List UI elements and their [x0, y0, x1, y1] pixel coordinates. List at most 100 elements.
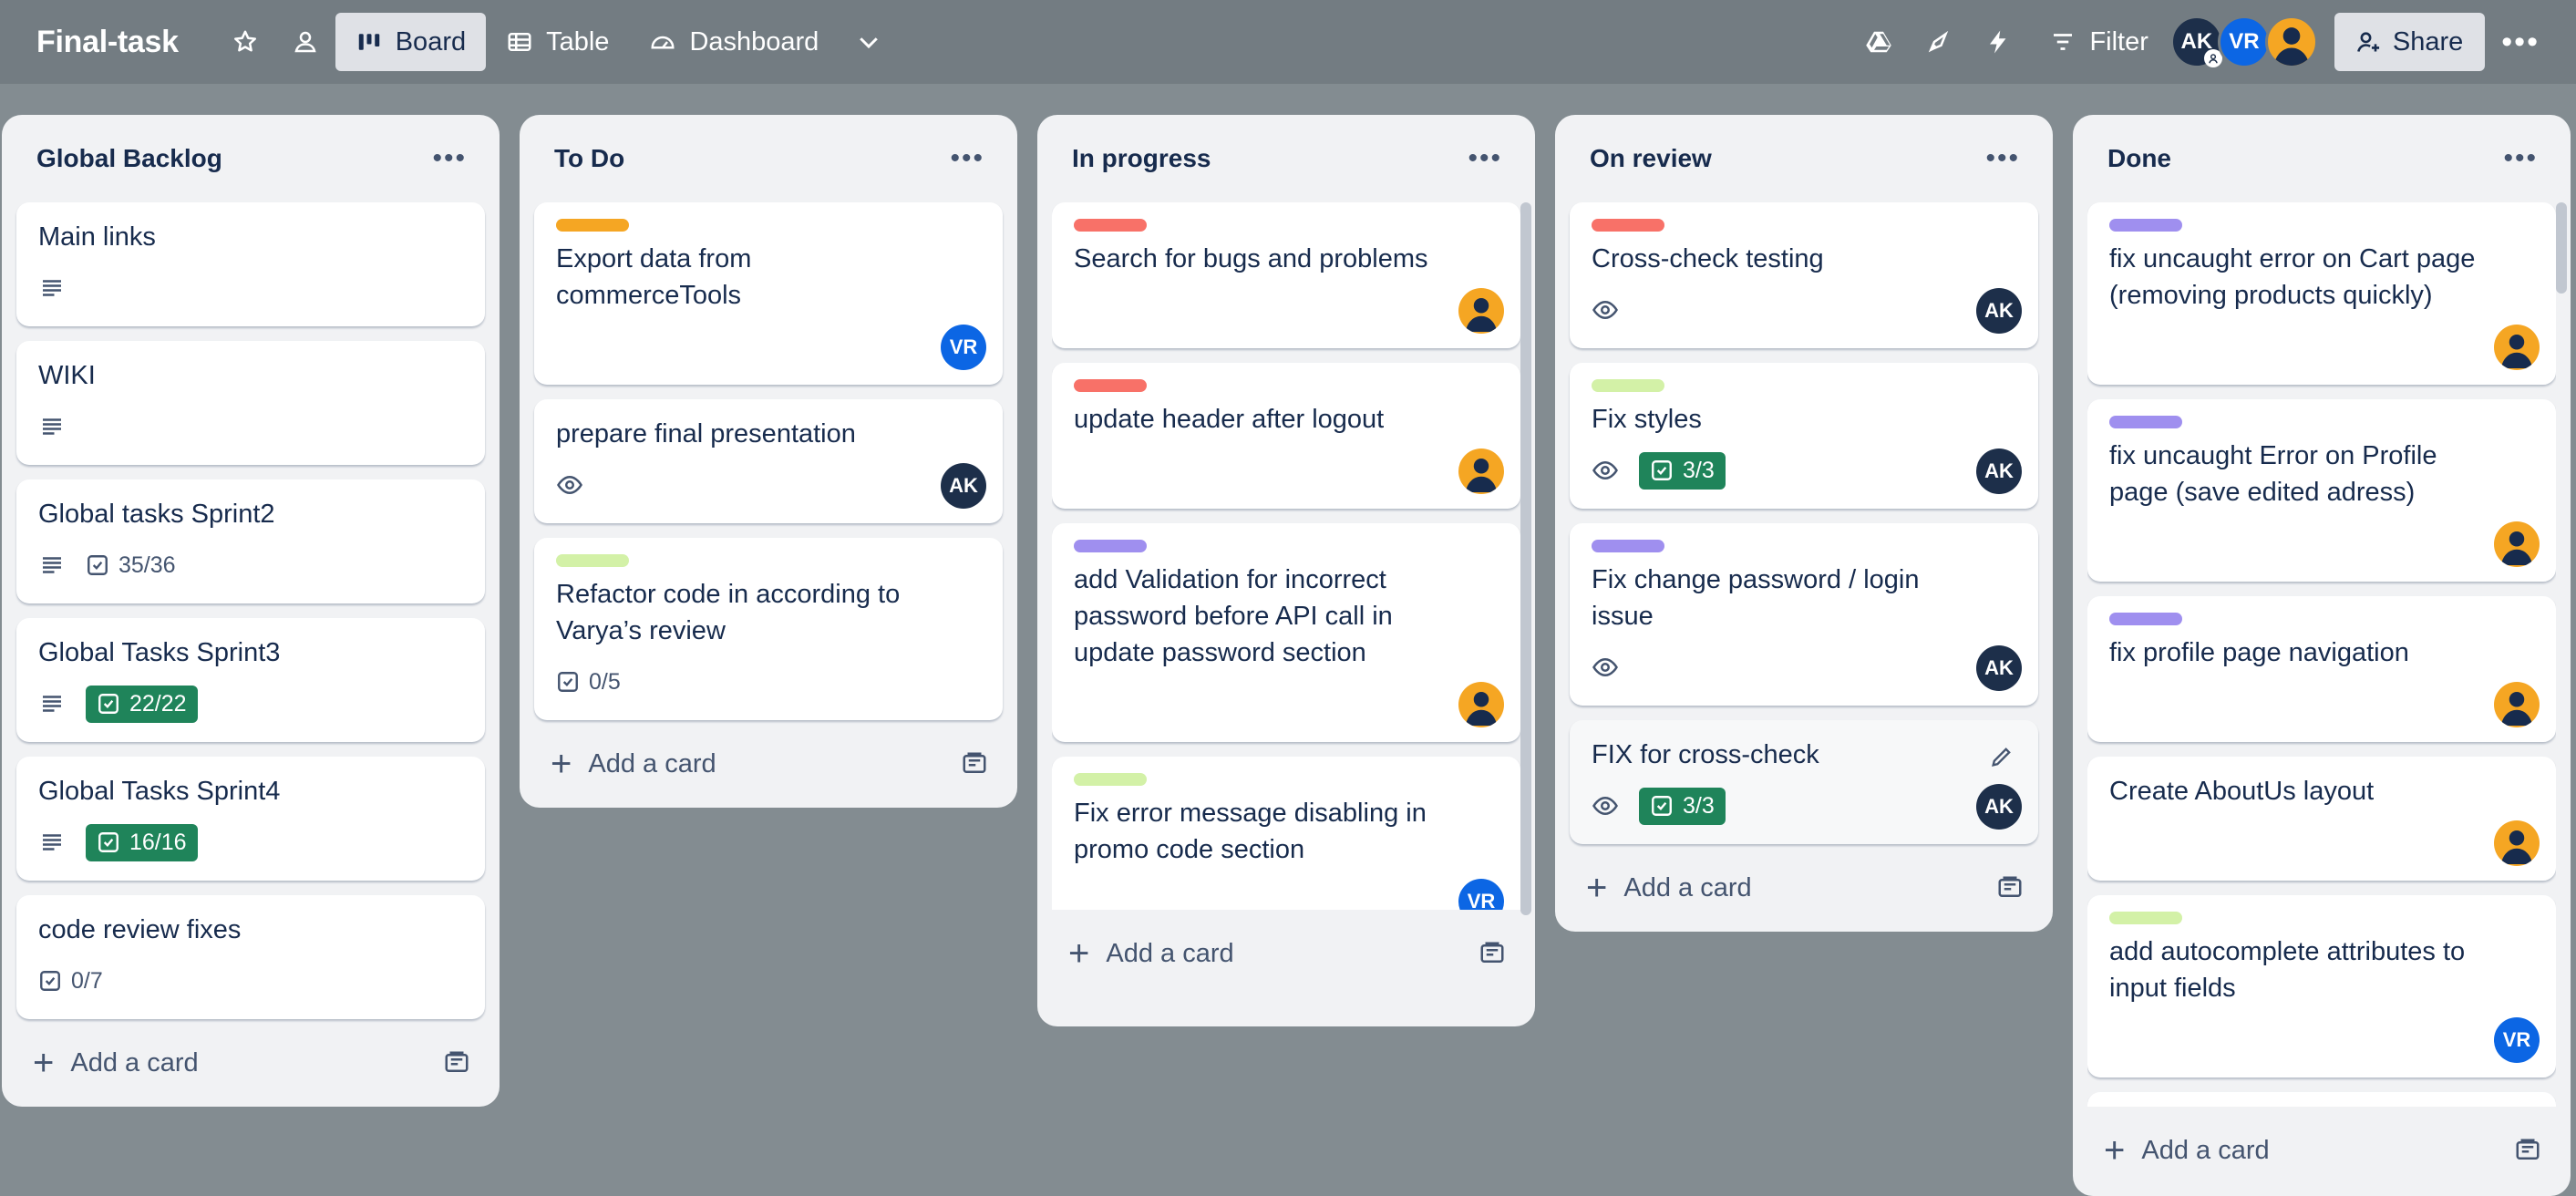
card-member-avatar-vr[interactable]: VR	[2494, 1017, 2540, 1063]
add-card-button[interactable]: + Add a card	[33, 1045, 199, 1081]
workspace-visibility-button[interactable]	[275, 13, 335, 71]
member-avatar-vr[interactable]: VR	[2217, 15, 2271, 68]
card[interactable]: add autocomplete attributes to input fie…	[2087, 895, 2556, 1077]
card[interactable]: Global Tasks Sprint4 16/16	[16, 757, 485, 881]
card-member-avatar-ak[interactable]: AK	[1976, 448, 2022, 494]
plus-icon: +	[1586, 868, 1608, 908]
create-from-template-icon[interactable]	[2514, 1137, 2541, 1164]
card[interactable]: Export data from commerceTools VR	[534, 202, 1003, 385]
card[interactable]: WIKI	[16, 341, 485, 465]
card-label-purple[interactable]	[2109, 219, 2182, 232]
list-actions-button[interactable]: •••	[1468, 143, 1502, 174]
card-label-green[interactable]	[556, 554, 629, 567]
card[interactable]: Refactor code in according to Varya’s re…	[534, 538, 1003, 720]
list-header[interactable]: Done •••	[2087, 115, 2556, 202]
create-from-template-icon[interactable]	[961, 750, 988, 778]
card[interactable]: fix uncaught error on Cart page (removin…	[2087, 202, 2556, 385]
card[interactable]: Search for bugs and problems	[1052, 202, 1520, 348]
card-member-avatar-default[interactable]	[2494, 820, 2540, 866]
google-drive-powerup-button[interactable]	[1849, 13, 1909, 71]
filter-button[interactable]: Filter	[2029, 13, 2168, 71]
card[interactable]: update header after logout	[1052, 363, 1520, 509]
view-table-tab[interactable]: Table	[486, 13, 629, 71]
board-menu-button[interactable]: •••	[2485, 25, 2556, 60]
list-scrollbar[interactable]	[2556, 202, 2567, 294]
card-member-avatar-default[interactable]	[1458, 448, 1504, 494]
list-header[interactable]: In progress •••	[1052, 115, 1520, 202]
create-from-template-icon[interactable]	[443, 1049, 470, 1077]
card-label-purple[interactable]	[2109, 613, 2182, 625]
card-member-avatar-default[interactable]	[1458, 682, 1504, 727]
list-title[interactable]: To Do	[554, 144, 624, 173]
card-member-avatar-ak[interactable]: AK	[941, 463, 986, 509]
card[interactable]: prepare final presentation AK	[534, 399, 1003, 523]
list-header[interactable]: Global Backlog •••	[16, 115, 485, 202]
card-label-red[interactable]	[1074, 379, 1147, 392]
add-card-button[interactable]: + Add a card	[2104, 1132, 2270, 1169]
automation-button[interactable]	[1969, 13, 2029, 71]
power-ups-button[interactable]	[1909, 13, 1969, 71]
card[interactable]: Write texts for AboutUs page	[2087, 1092, 2556, 1107]
card-label-red[interactable]	[1074, 219, 1147, 232]
card[interactable]: Fix error message disabling in promo cod…	[1052, 757, 1520, 910]
card-member-avatar-ak[interactable]: AK	[1976, 645, 2022, 691]
star-board-button[interactable]	[215, 13, 275, 71]
list-title[interactable]: Global Backlog	[36, 144, 222, 173]
list-actions-button[interactable]: •••	[950, 143, 984, 174]
card[interactable]: Main links	[16, 202, 485, 326]
share-button[interactable]: Share	[2334, 13, 2486, 71]
list-actions-button[interactable]: •••	[1985, 143, 2020, 174]
card[interactable]: Fix styles 3/3 AK	[1570, 363, 2038, 509]
card-label-green[interactable]	[1074, 773, 1147, 786]
list-header[interactable]: To Do •••	[534, 115, 1003, 202]
card-member-avatar-ak[interactable]: AK	[1976, 784, 2022, 830]
card-member-avatar-default[interactable]	[1458, 288, 1504, 334]
list-header[interactable]: On review •••	[1570, 115, 2038, 202]
card-member-avatar-ak[interactable]: AK	[1976, 288, 2022, 334]
card-list: Search for bugs and problems update heade…	[1052, 202, 1520, 910]
card[interactable]: code review fixes 0/7	[16, 895, 485, 1019]
card-label-red[interactable]	[1592, 219, 1664, 232]
card-label-green[interactable]	[2109, 912, 2182, 924]
card-member-avatar-vr[interactable]: VR	[941, 325, 986, 370]
list-title[interactable]: Done	[2107, 144, 2171, 173]
card[interactable]: Cross-check testing AK	[1570, 202, 2038, 348]
card-member-avatar-default[interactable]	[2494, 521, 2540, 567]
list-title[interactable]: On review	[1590, 144, 1712, 173]
add-card-button[interactable]: + Add a card	[1068, 935, 1234, 972]
list-title[interactable]: In progress	[1072, 144, 1211, 173]
add-card-button[interactable]: + Add a card	[551, 746, 716, 782]
checklist-icon	[86, 553, 109, 577]
card-member-avatar-default[interactable]	[2494, 682, 2540, 727]
card[interactable]: Create AboutUs layout	[2087, 757, 2556, 881]
view-board-tab[interactable]: Board	[335, 13, 487, 71]
create-from-template-icon[interactable]	[1479, 940, 1506, 967]
description-icon	[38, 413, 66, 440]
card-label-orange[interactable]	[556, 219, 629, 232]
create-from-template-icon[interactable]	[1996, 874, 2024, 902]
card-label-green[interactable]	[1592, 379, 1664, 392]
card-label-purple[interactable]	[1592, 540, 1664, 552]
add-card-label: Add a card	[2141, 1135, 2270, 1165]
card[interactable]: Fix change password / login issue AK	[1570, 523, 2038, 706]
list-actions-button[interactable]: •••	[2503, 143, 2538, 174]
card[interactable]: FIX for cross-check 3/3 AK	[1570, 720, 2038, 844]
card[interactable]: add Validation for incorrect password be…	[1052, 523, 1520, 742]
card-label-purple[interactable]	[2109, 416, 2182, 428]
more-views-dropdown[interactable]	[839, 13, 899, 71]
edit-card-pencil-icon[interactable]	[1989, 744, 2014, 769]
card[interactable]: fix profile page navigation	[2087, 596, 2556, 742]
card-member-avatar-default[interactable]	[2494, 325, 2540, 370]
board-title[interactable]: Final-task	[36, 25, 179, 60]
card[interactable]: fix uncaught Error on Profile page (save…	[2087, 399, 2556, 582]
member-avatar-ak[interactable]: AK	[2169, 15, 2223, 68]
checklist-icon	[97, 692, 120, 716]
add-card-button[interactable]: + Add a card	[1586, 870, 1752, 906]
card[interactable]: Global Tasks Sprint3 22/22	[16, 618, 485, 742]
view-dashboard-tab[interactable]: Dashboard	[629, 13, 839, 71]
list-actions-button[interactable]: •••	[432, 143, 467, 174]
member-avatar-default[interactable]	[2264, 15, 2318, 68]
card[interactable]: Global tasks Sprint2 35/36	[16, 479, 485, 603]
card-label-purple[interactable]	[1074, 540, 1147, 552]
list-scrollbar[interactable]	[1520, 202, 1531, 915]
